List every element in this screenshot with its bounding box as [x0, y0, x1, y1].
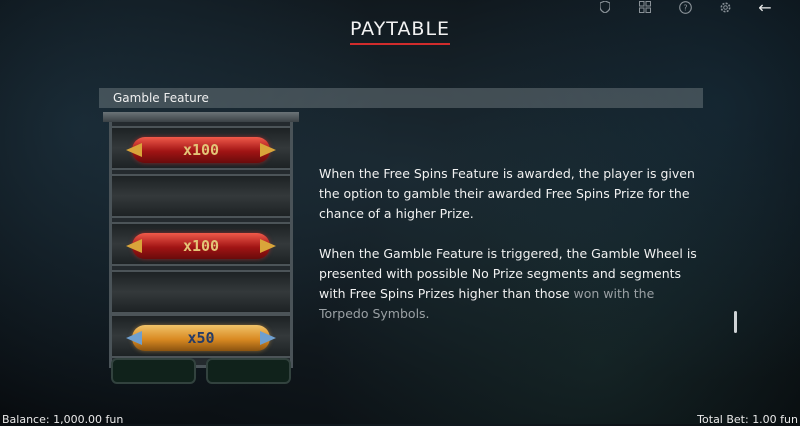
torpedo-fin-left: [126, 239, 142, 253]
settings-icon[interactable]: [716, 0, 734, 14]
torpedo-gold-symbol: x50: [126, 325, 276, 351]
reel-row-2-empty: [112, 174, 290, 218]
gamble-feature-description: When the Free Spins Feature is awarded, …: [319, 164, 704, 344]
balance-display: Balance: 1,000.00 fun: [2, 413, 124, 426]
reel-row-5: x50: [112, 314, 290, 358]
torpedo-multiplier-label: x100: [182, 237, 220, 255]
reel-row-3: x100: [112, 222, 290, 266]
description-paragraph-1: When the Free Spins Feature is awarded, …: [319, 166, 695, 221]
torpedo-red-symbol: x100: [126, 137, 276, 163]
torpedo-reel-illustration: x100 x100 x50: [103, 112, 299, 387]
top-toolbar: ? ←: [596, 0, 774, 17]
svg-text:?: ?: [683, 3, 687, 12]
reel-foot-right: [206, 358, 291, 384]
shield-icon[interactable]: [596, 0, 614, 14]
torpedo-multiplier-label: x50: [187, 329, 215, 347]
reel-row-1: x100: [112, 126, 290, 170]
torpedo-multiplier-label: x100: [182, 141, 220, 159]
torpedo-fin-right: [260, 239, 276, 253]
back-arrow-icon[interactable]: ←: [756, 0, 774, 17]
torpedo-fin-left: [126, 331, 142, 345]
torpedo-fin-left: [126, 143, 142, 157]
scrollbar-thumb[interactable]: [734, 311, 737, 333]
reel-top-cap: [103, 112, 299, 122]
torpedo-fin-right: [260, 143, 276, 157]
grid-icon[interactable]: [636, 0, 654, 14]
total-bet-display: Total Bet: 1.00 fun: [697, 413, 798, 426]
torpedo-red-symbol: x100: [126, 233, 276, 259]
torpedo-fin-right: [260, 331, 276, 345]
reel-row-4-empty: [112, 270, 290, 314]
reel-base-feet: [111, 358, 291, 384]
paytable-title-text: PAYTABLE: [349, 18, 451, 45]
section-header-label: Gamble Feature: [113, 91, 209, 105]
reel-foot-left: [111, 358, 196, 384]
help-icon[interactable]: ?: [676, 0, 694, 14]
section-header-bar: Gamble Feature: [99, 88, 703, 108]
paytable-title: PAYTABLE: [0, 18, 800, 45]
description-paragraph-2: When the Gamble Feature is triggered, th…: [319, 244, 704, 324]
